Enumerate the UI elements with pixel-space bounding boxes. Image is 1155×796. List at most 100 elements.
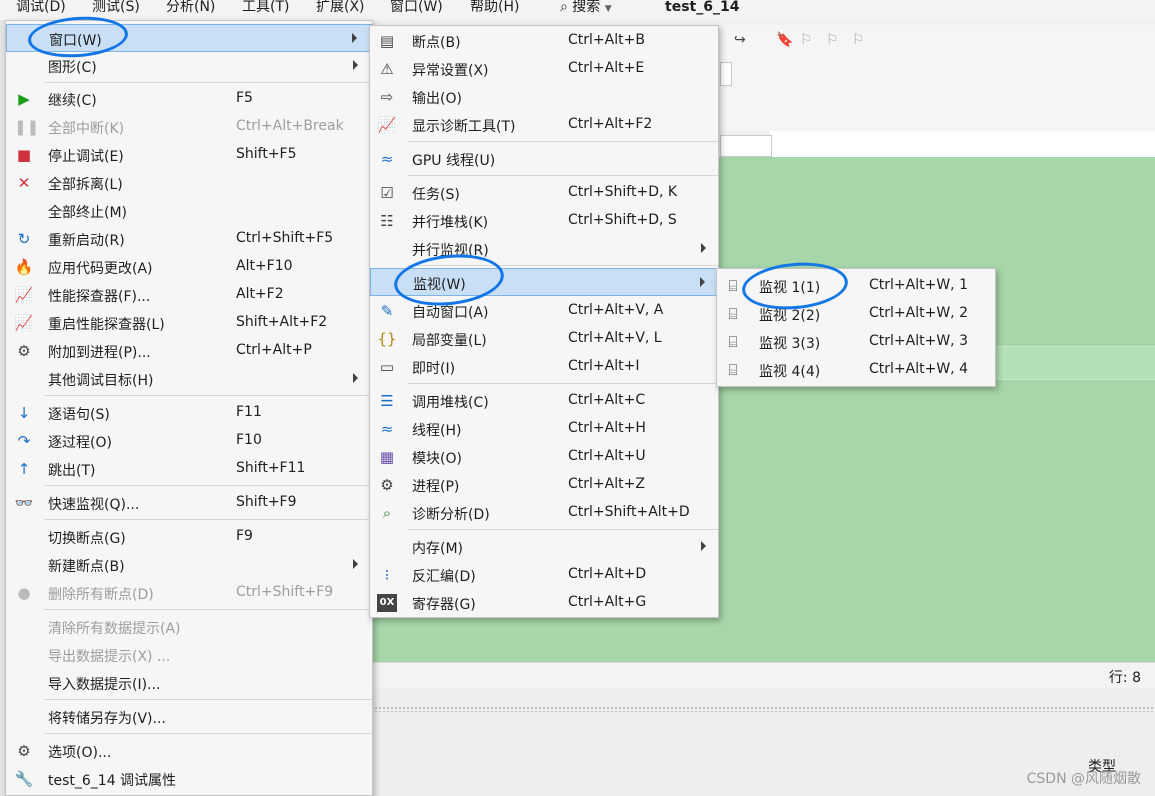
bookmark-clear-icon[interactable]: ⚐ — [852, 32, 865, 48]
window-menu-item-diagnostics[interactable]: ⌕ 诊断分析(D) Ctrl+Shift+Alt+D — [370, 499, 718, 527]
menu-item-shortcut: Ctrl+Alt+V, A — [568, 302, 664, 318]
debug-menu-item-break-all[interactable]: ❚❚ 全部中断(K) Ctrl+Alt+Break — [6, 113, 372, 141]
window-menu-item-breakpoints[interactable]: ▤ 断点(B) Ctrl+Alt+B — [370, 27, 718, 55]
step-over-icon: ↷ — [17, 432, 31, 450]
debug-menu-item-other-targets[interactable]: 其他调试目标(H) — [6, 365, 372, 393]
breakpoints-window-icon: ▤ — [379, 32, 395, 50]
panel-splitter[interactable] — [370, 706, 1155, 712]
search-box[interactable]: ⌕ 搜索 ▼ — [560, 0, 612, 17]
watch-icon: ⌸ — [728, 333, 738, 351]
menu-item-label: 删除所有断点(D) — [48, 587, 154, 603]
diagnostics-icon: ⌕ — [382, 504, 392, 522]
toolbar-combo[interactable] — [720, 62, 732, 86]
redo-icon[interactable]: ↪ — [734, 32, 746, 48]
tasks-icon: ☑ — [380, 184, 394, 202]
window-menu-item-tasks[interactable]: ☑ 任务(S) Ctrl+Shift+D, K — [370, 179, 718, 207]
menu-item-label: GPU 线程(U) — [412, 153, 496, 169]
debug-menu-item-terminate-all[interactable]: 全部终止(M) — [6, 197, 372, 225]
debug-menu-item-export-datatips[interactable]: 导出数据提示(X) ... — [6, 641, 372, 669]
debug-menu-item-toggle-breakpoint[interactable]: 切换断点(G) F9 — [6, 523, 372, 551]
bookmark-next-icon[interactable]: ⚐ — [826, 32, 839, 48]
debug-menu-item-detach-all[interactable]: ✕ 全部拆离(L) — [6, 169, 372, 197]
window-menu-item-autos[interactable]: ✎ 自动窗口(A) Ctrl+Alt+V, A — [370, 297, 718, 325]
debug-menu-item-new-breakpoint[interactable]: 新建断点(B) — [6, 551, 372, 579]
chevron-right-icon — [352, 33, 357, 43]
window-menu-item-gpu-threads[interactable]: ≈ GPU 线程(U) — [370, 145, 718, 173]
window-menu-item-disassembly[interactable]: ⁝ 反汇编(D) Ctrl+Alt+D — [370, 561, 718, 589]
debug-menu-item-debug-properties[interactable]: 🔧 test_6_14 调试属性 — [6, 765, 372, 793]
menu-help[interactable]: 帮助(H) — [470, 0, 519, 17]
debug-menu-item-graphics[interactable]: 图形(C) — [6, 52, 372, 80]
debug-menu-item-continue[interactable]: ▶ 继续(C) F5 — [6, 85, 372, 113]
debug-menu-item-options[interactable]: ⚙ 选项(O)... — [6, 737, 372, 765]
debug-menu-item-save-dump[interactable]: 将转储另存为(V)... — [6, 703, 372, 731]
menu-item-label: 自动窗口(A) — [412, 305, 489, 321]
debug-menu-item-delete-all-breakpoints[interactable]: ● 删除所有断点(D) Ctrl+Shift+F9 — [6, 579, 372, 607]
delete-breakpoints-icon: ● — [17, 584, 31, 602]
menu-item-label: 停止调试(E) — [48, 149, 124, 165]
menu-item-shortcut: Ctrl+Shift+D, K — [568, 184, 678, 200]
menu-item-label: 清除所有数据提示(A) — [48, 621, 181, 637]
menu-test[interactable]: 测试(S) — [92, 0, 140, 17]
debug-menu-item-quick-watch[interactable]: 👓 快速监视(Q)... Shift+F9 — [6, 489, 372, 517]
debug-menu-item-clear-datatips[interactable]: 清除所有数据提示(A) — [6, 613, 372, 641]
chevron-right-icon — [353, 60, 358, 70]
menu-item-label: 应用代码更改(A) — [48, 261, 153, 277]
menu-item-shortcut: Ctrl+Alt+I — [568, 358, 640, 374]
bookmark-icon[interactable]: 🔖 — [776, 32, 793, 48]
menu-extensions[interactable]: 扩展(X) — [316, 0, 365, 17]
menu-debug[interactable]: 调试(D) — [16, 0, 66, 17]
window-menu-item-diagnostic-tools[interactable]: 📈 显示诊断工具(T) Ctrl+Alt+F2 — [370, 111, 718, 139]
menu-item-label: 即时(I) — [412, 361, 456, 377]
menu-analyze[interactable]: 分析(N) — [166, 0, 215, 17]
menu-item-shortcut: Ctrl+Alt+H — [568, 420, 646, 436]
window-menu-item-parallel-watch[interactable]: 并行监视(R) — [370, 235, 718, 263]
watch-menu-item-3[interactable]: ⌸ 监视 3(3) Ctrl+Alt+W, 3 — [717, 328, 995, 356]
menu-window[interactable]: 窗口(W) — [390, 0, 443, 17]
debug-menu-item-import-datatips[interactable]: 导入数据提示(I)... — [6, 669, 372, 697]
menu-item-label: 模块(O) — [412, 451, 462, 467]
debug-menu-item-restart-profiler[interactable]: 📈 重启性能探查器(L) Shift+Alt+F2 — [6, 309, 372, 337]
window-menu-item-memory[interactable]: 内存(M) — [370, 533, 718, 561]
debug-menu-item-apply-code-changes[interactable]: 🔥 应用代码更改(A) Alt+F10 — [6, 253, 372, 281]
editor-nav-combo[interactable] — [720, 135, 772, 157]
locals-icon: {} — [377, 330, 397, 348]
window-menu-item-modules[interactable]: ▦ 模块(O) Ctrl+Alt+U — [370, 443, 718, 471]
debug-menu-item-restart[interactable]: ↻ 重新启动(R) Ctrl+Shift+F5 — [6, 225, 372, 253]
window-menu-item-parallel-stacks[interactable]: ☷ 并行堆栈(K) Ctrl+Shift+D, S — [370, 207, 718, 235]
debug-menu-item-attach-process[interactable]: ⚙ 附加到进程(P)... Ctrl+Alt+P — [6, 337, 372, 365]
menu-item-shortcut: Ctrl+Alt+G — [568, 594, 647, 610]
debug-menu-item-step-over[interactable]: ↷ 逐过程(O) F10 — [6, 427, 372, 455]
debug-menu-item-profiler[interactable]: 📈 性能探查器(F)... Alt+F2 — [6, 281, 372, 309]
debug-menu-item-step-into[interactable]: ↓ 逐语句(S) F11 — [6, 399, 372, 427]
menu-item-label: 跳出(T) — [48, 463, 96, 479]
window-menu-item-threads[interactable]: ≈ 线程(H) Ctrl+Alt+H — [370, 415, 718, 443]
watch-menu-item-1[interactable]: ⌸ 监视 1(1) Ctrl+Alt+W, 1 — [717, 272, 995, 300]
menu-item-label: 异常设置(X) — [412, 63, 489, 79]
debug-menu-item-window[interactable]: 窗口(W) — [6, 24, 372, 52]
watch-menu-item-4[interactable]: ⌸ 监视 4(4) Ctrl+Alt+W, 4 — [717, 356, 995, 384]
menu-item-label: 逐语句(S) — [48, 407, 110, 423]
window-menu-item-call-stack[interactable]: ☰ 调用堆栈(C) Ctrl+Alt+C — [370, 387, 718, 415]
modules-icon: ▦ — [379, 448, 395, 466]
window-menu-item-locals[interactable]: {} 局部变量(L) Ctrl+Alt+V, L — [370, 325, 718, 353]
watch-menu-item-2[interactable]: ⌸ 监视 2(2) Ctrl+Alt+W, 2 — [717, 300, 995, 328]
bookmark-prev-icon[interactable]: ⚐ — [800, 32, 813, 48]
glasses-icon: 👓 — [14, 494, 34, 512]
menu-item-shortcut: Alt+F10 — [236, 258, 293, 274]
debug-menu-item-step-out[interactable]: ↑ 跳出(T) Shift+F11 — [6, 455, 372, 483]
menu-separator — [408, 141, 718, 142]
window-menu-item-output[interactable]: ⇨ 输出(O) — [370, 83, 718, 111]
menu-item-label: 监视(W) — [413, 277, 466, 293]
window-menu-item-registers[interactable]: 0X 寄存器(G) Ctrl+Alt+G — [370, 589, 718, 617]
search-label: 搜索 — [572, 0, 601, 15]
menu-separator — [44, 82, 372, 83]
window-menu-item-processes[interactable]: ⚙ 进程(P) Ctrl+Alt+Z — [370, 471, 718, 499]
menu-item-shortcut: F11 — [236, 404, 262, 420]
window-menu-item-immediate[interactable]: ▭ 即时(I) Ctrl+Alt+I — [370, 353, 718, 381]
menu-tools[interactable]: 工具(T) — [242, 0, 289, 17]
window-menu-item-watch[interactable]: 监视(W) — [370, 268, 718, 296]
debug-menu-item-stop[interactable]: ■ 停止调试(E) Shift+F5 — [6, 141, 372, 169]
window-menu-item-exception-settings[interactable]: ⚠ 异常设置(X) Ctrl+Alt+E — [370, 55, 718, 83]
menu-item-label: 反汇编(D) — [412, 569, 476, 585]
